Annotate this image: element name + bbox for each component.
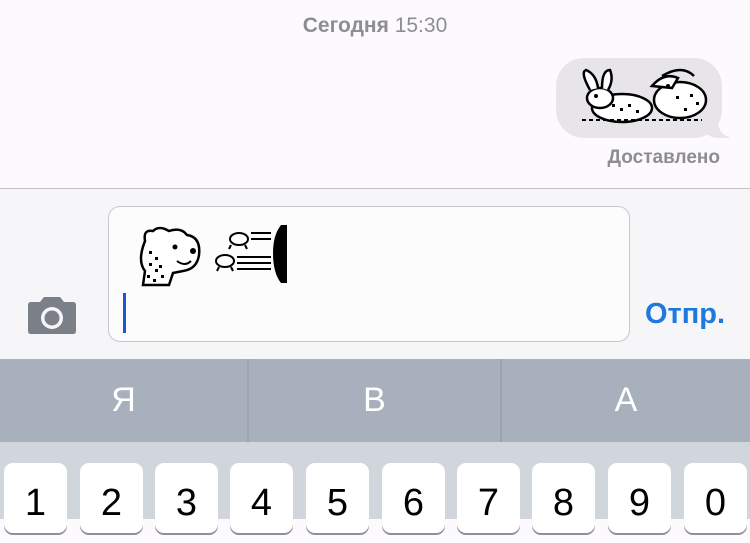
suggestion-item[interactable]: А xyxy=(502,359,750,442)
suggestion-item[interactable]: В xyxy=(249,359,500,442)
conversation-area: Сегодня 15:30 Доставлено xyxy=(0,0,750,189)
timestamp-time: 15:30 xyxy=(394,14,448,37)
key-9[interactable]: 9 xyxy=(608,463,671,533)
send-button[interactable]: Отпр. xyxy=(645,298,725,331)
key-3[interactable]: 3 xyxy=(155,463,218,533)
flying-bugs-sticker xyxy=(215,225,287,283)
keyboard: 1 2 3 4 5 6 7 8 9 0 xyxy=(0,442,750,533)
conversation-timestamp: Сегодня 15:30 xyxy=(0,14,750,38)
key-5[interactable]: 5 xyxy=(306,463,369,533)
key-1[interactable]: 1 xyxy=(4,463,67,533)
key-0[interactable]: 0 xyxy=(684,463,747,533)
suggestion-item[interactable]: Я xyxy=(0,359,247,442)
suggestion-bar: Я В А xyxy=(0,359,750,442)
key-6[interactable]: 6 xyxy=(382,463,445,533)
text-caret xyxy=(123,293,126,333)
bear-sticker xyxy=(139,226,201,287)
timestamp-day: Сегодня xyxy=(302,14,389,37)
key-7[interactable]: 7 xyxy=(457,463,520,533)
sent-message-bubble[interactable] xyxy=(556,58,722,138)
delivery-status: Доставлено xyxy=(607,147,720,168)
key-2[interactable]: 2 xyxy=(80,463,143,533)
key-8[interactable]: 8 xyxy=(532,463,595,533)
key-4[interactable]: 4 xyxy=(230,463,293,533)
message-input[interactable] xyxy=(108,206,630,342)
camera-icon[interactable] xyxy=(24,295,80,335)
draft-stickers xyxy=(139,225,287,287)
rabbits-sticker xyxy=(582,68,708,124)
